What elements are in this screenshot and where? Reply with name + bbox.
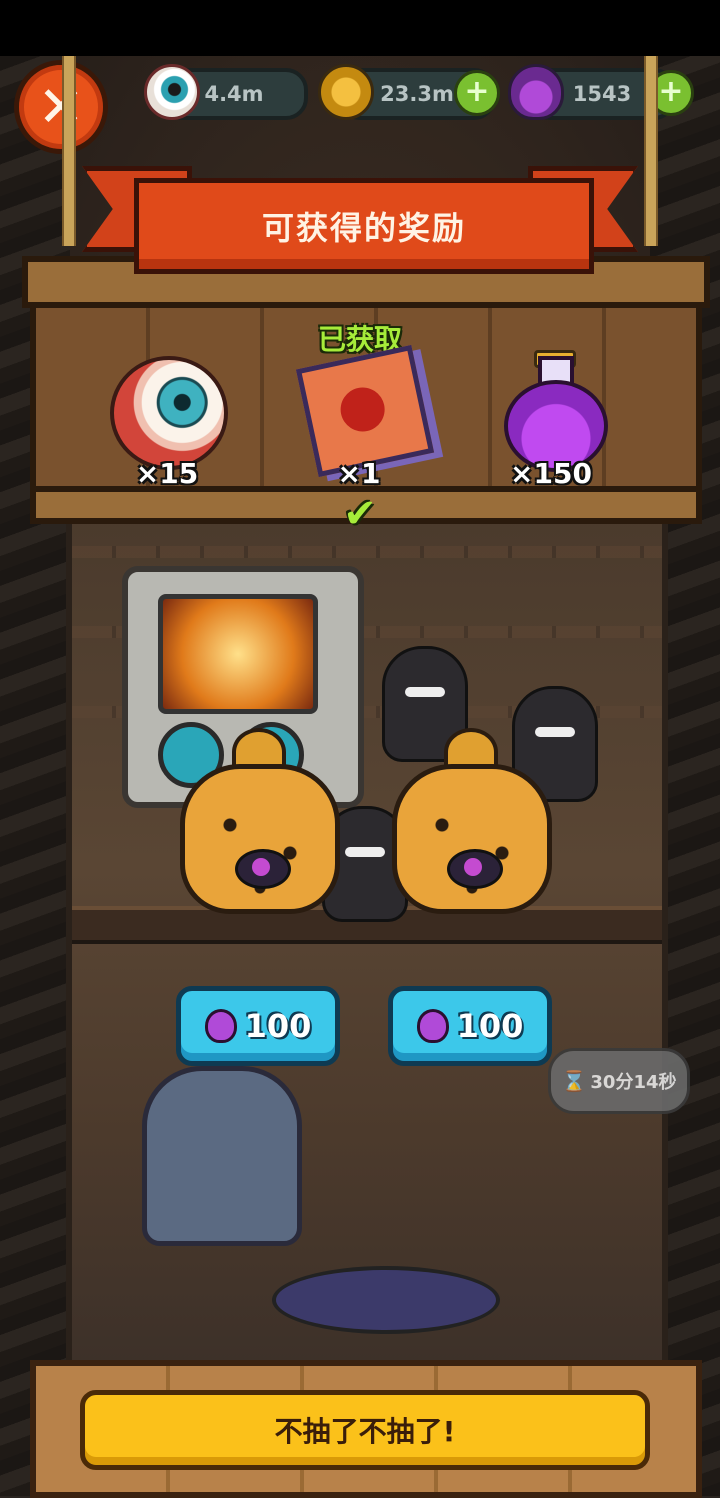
hanging-rope: [62, 56, 76, 246]
status-bar: [0, 0, 720, 56]
close-icon: ✕: [37, 74, 85, 140]
draw-price: 100: [244, 1007, 312, 1045]
draw-button[interactable]: 100: [176, 986, 340, 1066]
tower-interior: [66, 506, 668, 1406]
add-coins-button[interactable]: +: [454, 70, 500, 116]
checkmark-icon: ✔: [343, 491, 377, 537]
draw-button[interactable]: 100: [388, 986, 552, 1066]
quit-button-label: 不抽了不抽了!: [274, 1415, 456, 1448]
coin-icon: [318, 64, 374, 120]
potion-icon: [416, 1009, 449, 1043]
close-button[interactable]: ✕: [14, 60, 108, 154]
potion-currency-value: 1543: [572, 82, 632, 106]
hourglass-icon: ⌛: [561, 1069, 587, 1093]
rewards-banner: 可获得的奖励: [82, 156, 638, 274]
coin-currency-value: 23.3m: [380, 82, 454, 106]
eye-currency-value: 4.4m: [204, 82, 264, 106]
timer-text: 30分14秒: [590, 1072, 677, 1093]
brick-row: [72, 546, 662, 558]
eyeball-icon: [110, 356, 228, 470]
reward-quantity: ×15: [135, 457, 199, 490]
draw-price: 100: [456, 1007, 524, 1045]
reward-quantity: ×150: [510, 457, 592, 490]
eyeball-icon: [144, 64, 200, 120]
lucky-bag[interactable]: [392, 728, 552, 914]
potion-icon: [508, 64, 564, 120]
lucky-bag-eye: [447, 849, 503, 889]
machine-screen: [158, 594, 318, 714]
lucky-bag-body: [392, 764, 552, 914]
reward-quantity: ×1: [337, 457, 381, 490]
lucky-bag[interactable]: [180, 728, 340, 914]
lucky-bag-body: [180, 764, 340, 914]
currency-bar: 4.4m 23.3m + 1543 +: [120, 62, 700, 120]
rewards-title: 可获得的奖励: [261, 209, 466, 247]
banner-ribbon: 可获得的奖励: [134, 178, 594, 274]
reward-item[interactable]: ×150: [486, 350, 616, 490]
quit-button[interactable]: 不抽了不抽了!: [80, 1390, 650, 1470]
reward-item[interactable]: ×1: [294, 344, 435, 490]
hanging-rope: [644, 56, 658, 246]
cat-statue: [142, 1066, 302, 1246]
cooldown-timer: ⌛ 30分14秒: [548, 1048, 690, 1114]
potion-icon: [204, 1009, 237, 1043]
rug: [272, 1266, 500, 1334]
reward-item[interactable]: ×15: [102, 350, 232, 490]
lucky-bag-eye: [235, 849, 291, 889]
